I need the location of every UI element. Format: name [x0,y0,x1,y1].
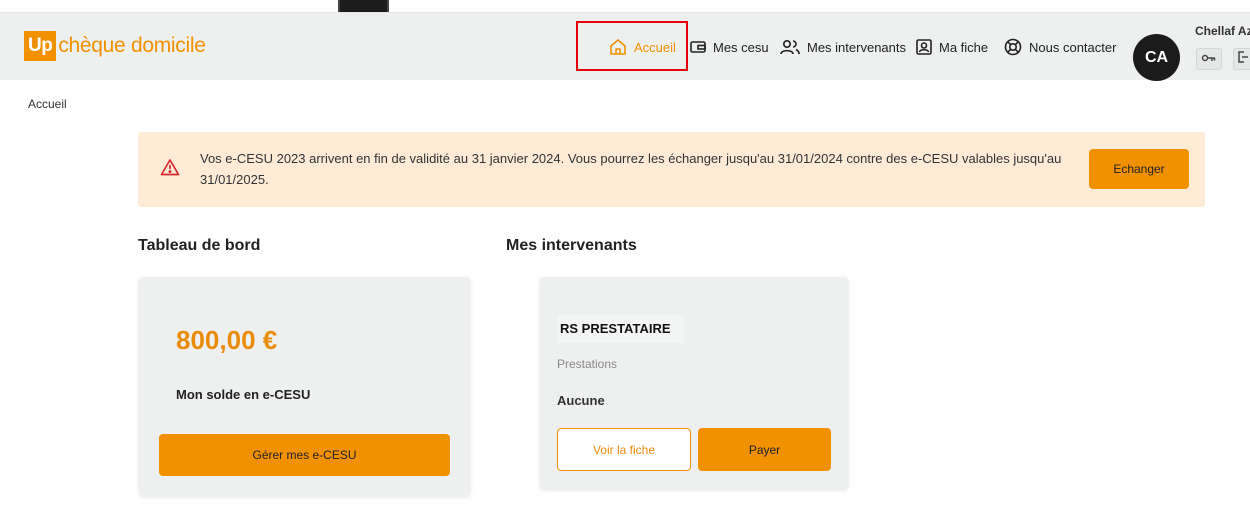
key-icon [1201,50,1217,68]
logo-text: chèque domicile [58,34,206,57]
balance-card: 800,00 € Mon solde en e-CESU Gérer mes e… [139,277,470,496]
validity-alert: Vos e-CESU 2023 arrivent en fin de valid… [138,132,1205,207]
balance-label: Mon solde en e-CESU [176,387,311,402]
view-profile-button[interactable]: Voir la fiche [557,428,691,471]
logo[interactable]: Up chèque domicile [24,31,206,61]
nav-accueil-label: Accueil [634,39,676,55]
intervenant-card: RS PRESTATAIRE Prestations Aucune Voir l… [540,277,848,489]
intervenant-name: RS PRESTATAIRE [560,321,671,336]
nav-mes-intervenants-label: Mes intervenants [807,39,906,55]
key-button[interactable] [1196,48,1222,70]
warning-triangle-icon [160,158,180,181]
nav-ma-fiche-label: Ma fiche [939,39,989,55]
wallet-icon [689,39,707,55]
logout-button[interactable] [1233,48,1250,70]
lifebuoy-icon [1003,37,1023,57]
dashboard-title: Tableau de bord [138,237,261,254]
logout-icon [1236,50,1248,69]
prestations-label: Prestations [557,357,618,371]
nav-mes-cesu-label: Mes cesu [713,39,769,55]
breadcrumb[interactable]: Accueil [28,97,67,111]
home-icon [608,37,628,57]
echanger-button[interactable]: Echanger [1089,149,1189,189]
pay-button[interactable]: Payer [698,428,831,471]
balance-amount: 800,00 € [176,325,278,355]
logo-badge: Up [24,31,57,61]
intervenants-title: Mes intervenants [506,237,637,254]
users-icon [779,38,801,56]
avatar[interactable]: CA [1133,34,1180,81]
page-root: Up chèque domicile Accueil Mes cesu Mes … [0,0,1250,518]
manage-ecesu-button[interactable]: Gérer mes e-CESU [159,434,450,476]
prestations-value: Aucune [557,393,605,408]
nav-nous-contacter[interactable]: Nous contacter [1003,33,1116,61]
id-card-icon [915,38,933,56]
nav-nous-contacter-label: Nous contacter [1029,39,1117,55]
nav-ma-fiche[interactable]: Ma fiche [915,33,988,61]
nav-accueil[interactable]: Accueil [608,33,676,61]
alert-message: Vos e-CESU 2023 arrivent en fin de valid… [200,151,1062,187]
user-name: Chellaf Az [1195,24,1250,38]
top-bar: Up chèque domicile Accueil Mes cesu Mes … [0,12,1250,81]
nav-mes-intervenants[interactable]: Mes intervenants [779,33,906,61]
nav-mes-cesu[interactable]: Mes cesu [689,33,769,61]
